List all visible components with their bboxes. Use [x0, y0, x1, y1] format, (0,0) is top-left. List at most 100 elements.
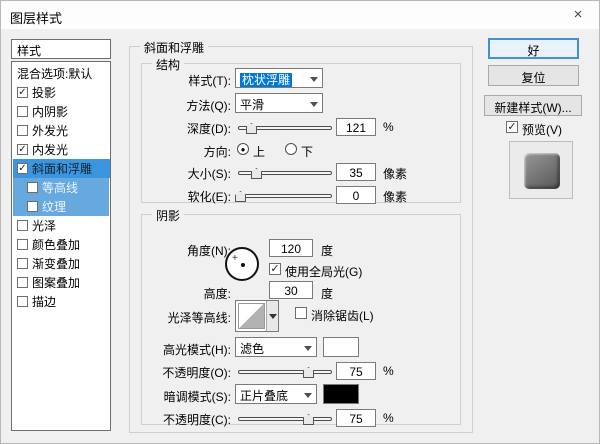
dialog-title: 图层样式	[10, 8, 62, 27]
title-bar: 图层样式 ×	[1, 1, 599, 29]
soften-label: 软化(E):	[131, 188, 231, 205]
sidebar-item-label: 外发光	[32, 122, 68, 139]
angle-dial[interactable]: +	[225, 247, 259, 281]
preview-checkbox[interactable]: ✓	[506, 121, 518, 133]
sidebar-item-inner-glow[interactable]: ✓内发光	[13, 140, 109, 159]
shadow-color-swatch[interactable]	[323, 384, 359, 404]
highlight-opacity-value[interactable]: 75	[336, 362, 376, 380]
checkbox[interactable]	[17, 258, 28, 269]
size-value[interactable]: 35	[336, 163, 376, 181]
sidebar-item-drop-shadow[interactable]: ✓ 投影	[13, 83, 109, 102]
soften-unit: 像素	[383, 188, 407, 205]
style-dropdown[interactable]: 枕状浮雕	[235, 68, 323, 88]
sidebar-item-satin[interactable]: 光泽	[13, 216, 109, 235]
sidebar-item-color-overlay[interactable]: 颜色叠加	[13, 235, 109, 254]
preview-label: 预览(V)	[522, 121, 562, 138]
angle-dial-pointer: +	[232, 253, 238, 264]
sidebar-item-contour[interactable]: 等高线	[13, 178, 109, 197]
depth-value[interactable]: 121	[336, 118, 376, 136]
technique-label: 方法(Q):	[131, 97, 231, 114]
direction-up-radio[interactable]: ●	[237, 143, 249, 155]
checkbox[interactable]	[17, 239, 28, 250]
highlight-opacity-unit: %	[383, 364, 394, 378]
checkbox[interactable]: ✓	[17, 144, 28, 155]
shadow-opacity-unit: %	[383, 411, 394, 425]
checkbox[interactable]	[17, 296, 28, 307]
close-icon[interactable]: ×	[567, 5, 589, 25]
checkbox[interactable]	[17, 106, 28, 117]
depth-unit: %	[383, 120, 394, 134]
highlight-mode-label: 高光模式(H):	[131, 341, 231, 358]
highlight-color-swatch[interactable]	[323, 337, 359, 357]
sidebar-item-label: 渐变叠加	[32, 255, 80, 272]
gloss-contour-label: 光泽等高线:	[131, 309, 231, 326]
angle-value[interactable]: 120	[269, 239, 313, 257]
altitude-unit: 度	[321, 285, 333, 302]
sidebar-item-stroke[interactable]: 描边	[13, 292, 109, 311]
size-unit: 像素	[383, 165, 407, 182]
angle-dial-center-dot	[241, 263, 245, 267]
angle-unit: 度	[321, 242, 333, 259]
sidebar-item-gradient-overlay[interactable]: 渐变叠加	[13, 254, 109, 273]
sidebar-item-inner-shadow[interactable]: 内阴影	[13, 102, 109, 121]
checkbox[interactable]	[17, 125, 28, 136]
sidebar-item-blending-options[interactable]: 混合选项:默认	[13, 64, 109, 83]
reset-button[interactable]: 复位	[488, 65, 579, 86]
chevron-down-icon	[269, 314, 277, 319]
gloss-contour-picker[interactable]	[235, 300, 279, 332]
sidebar-item-label: 内阴影	[32, 103, 68, 120]
shadow-mode-dropdown[interactable]: 正片叠底	[235, 384, 317, 404]
contour-thumbnail	[238, 303, 265, 329]
chevron-down-icon	[310, 102, 318, 107]
checkbox[interactable]: ✓	[17, 87, 28, 98]
soften-value[interactable]: 0	[336, 186, 376, 204]
direction-down-label: 下	[301, 143, 313, 160]
highlight-mode-value: 滤色	[240, 342, 264, 356]
styles-list: 混合选项:默认 ✓ 投影 内阴影 外发光 ✓内发光 ✓ 斜面和浮雕 等高线 纹理 光…	[11, 61, 111, 431]
global-light-checkbox[interactable]: ✓	[269, 263, 281, 275]
structure-title: 结构	[152, 56, 184, 73]
direction-down-radio[interactable]	[285, 143, 297, 155]
shading-title: 阴影	[152, 207, 184, 224]
checkbox[interactable]	[17, 277, 28, 288]
layer-style-dialog: 图层样式 × 样式 混合选项:默认 ✓ 投影 内阴影 外发光 ✓内发光 ✓ 斜面和浮…	[0, 0, 600, 444]
group-title: 斜面和浮雕	[140, 39, 208, 56]
soften-slider[interactable]	[238, 194, 332, 198]
checkbox[interactable]	[27, 182, 38, 193]
style-preview-thumbnail	[509, 141, 573, 199]
checkbox[interactable]	[27, 201, 38, 212]
new-style-button[interactable]: 新建样式(W)...	[484, 95, 582, 116]
shadow-opacity-label: 不透明度(C):	[131, 411, 231, 428]
anti-alias-label: 消除锯齿(L)	[311, 307, 374, 324]
checkbox[interactable]: ✓	[17, 163, 28, 174]
shadow-mode-label: 暗调模式(S):	[131, 388, 231, 405]
contour-dropdown-button[interactable]	[266, 301, 278, 331]
sidebar-item-label: 投影	[32, 84, 56, 101]
sidebar-item-label: 描边	[32, 293, 56, 310]
sidebar-item-label: 纹理	[42, 198, 66, 215]
shadow-opacity-slider[interactable]	[238, 417, 332, 421]
sidebar-item-pattern-overlay[interactable]: 图案叠加	[13, 273, 109, 292]
sidebar-item-label: 图案叠加	[32, 274, 80, 291]
ok-button[interactable]: 好	[488, 38, 579, 59]
sidebar-item-outer-glow[interactable]: 外发光	[13, 121, 109, 140]
angle-label: 角度(N):	[131, 242, 231, 259]
sidebar-item-label: 等高线	[42, 179, 78, 196]
chevron-down-icon	[304, 393, 312, 398]
altitude-value[interactable]: 30	[269, 281, 313, 299]
sidebar-item-bevel-emboss[interactable]: ✓ 斜面和浮雕	[13, 159, 110, 178]
chevron-down-icon	[304, 346, 312, 351]
highlight-mode-dropdown[interactable]: 滤色	[235, 337, 317, 357]
direction-label: 方向:	[131, 143, 231, 160]
styles-header: 样式	[11, 39, 111, 59]
sidebar-item-label: 光泽	[32, 217, 56, 234]
sidebar-item-label: 斜面和浮雕	[32, 160, 92, 177]
highlight-opacity-slider[interactable]	[238, 370, 332, 374]
style-label: 样式(T):	[131, 72, 231, 89]
shadow-opacity-value[interactable]: 75	[336, 409, 376, 427]
sidebar-item-label: 混合选项:默认	[17, 65, 92, 82]
checkbox[interactable]	[17, 220, 28, 231]
technique-dropdown[interactable]: 平滑	[235, 93, 323, 113]
anti-alias-checkbox[interactable]	[295, 307, 307, 319]
sidebar-item-texture[interactable]: 纹理	[13, 197, 109, 216]
